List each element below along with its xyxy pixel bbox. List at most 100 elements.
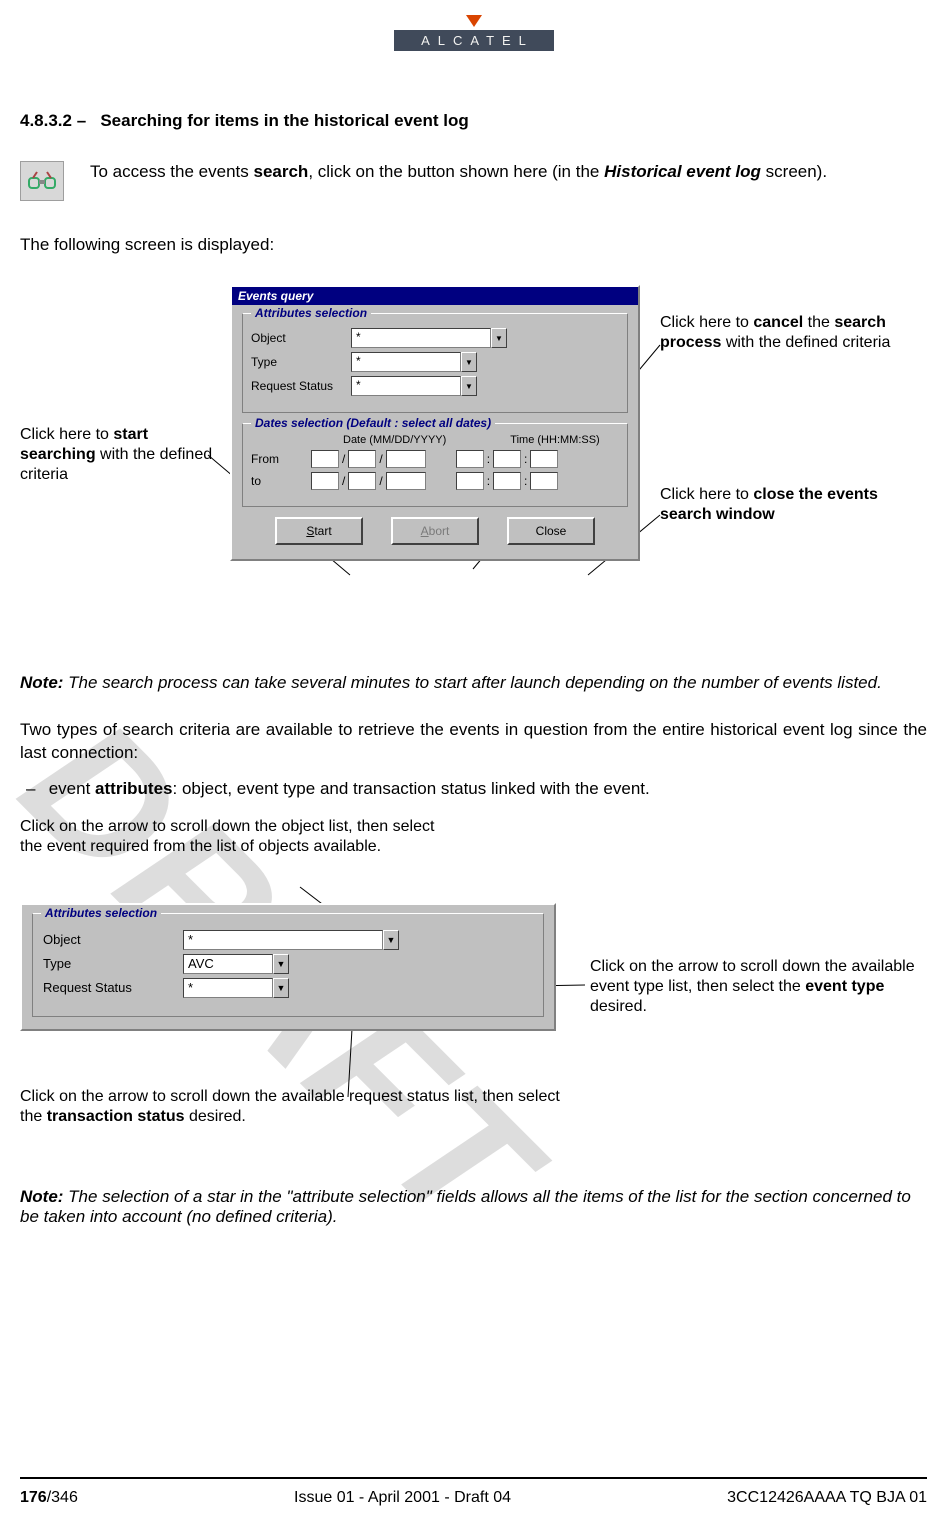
note-1-lead: Note: — [20, 673, 63, 692]
from-label: From — [251, 452, 311, 466]
bullet-post: : object, event type and transaction sta… — [173, 779, 650, 798]
to-min-input[interactable] — [493, 472, 521, 490]
dates-selection-group: Dates selection (Default : select all da… — [242, 423, 628, 507]
from-year-input[interactable] — [386, 450, 426, 468]
chevron-down-icon[interactable]: ▼ — [461, 376, 477, 396]
bullet-attributes: – event attributes: object, event type a… — [20, 779, 927, 799]
callout-start-1: Click here to — [20, 426, 113, 443]
intro-bold-search: search — [253, 162, 308, 181]
panel-type-combo[interactable]: AVC ▼ — [183, 954, 289, 974]
from-day-input[interactable] — [348, 450, 376, 468]
binoculars-icon — [20, 161, 64, 201]
brand-text: ALCATEL — [394, 30, 554, 51]
object-combo-value: * — [351, 328, 491, 348]
callout-object-arrow: Click on the arrow to scroll down the ob… — [20, 817, 440, 857]
callout-cancel-2: the — [803, 314, 834, 331]
panel-type-label: Type — [43, 956, 183, 971]
object-label: Object — [251, 331, 351, 345]
callout-request-arrow: Click on the arrow to scroll down the av… — [20, 1087, 560, 1127]
bullet-pre: event — [44, 779, 95, 798]
panel-request-value: * — [183, 978, 273, 998]
request-status-combo-value: * — [351, 376, 461, 396]
start-button-label-rest: tart — [314, 524, 331, 538]
chevron-down-icon[interactable]: ▼ — [273, 978, 289, 998]
chevron-down-icon[interactable]: ▼ — [383, 930, 399, 950]
panel-request-label: Request Status — [43, 980, 183, 995]
callout-close: Click here to close the events search wi… — [660, 485, 900, 525]
type-label: Type — [251, 355, 351, 369]
note-1-body: The search process can take several minu… — [63, 673, 881, 692]
callout-start: Click here to start searching with the d… — [20, 425, 216, 485]
section-number: 4.8.3.2 – — [20, 111, 86, 130]
abort-button-label: Abort — [421, 524, 450, 538]
close-button[interactable]: Close — [507, 517, 595, 545]
callout-type-2: desired. — [590, 998, 647, 1015]
bullet-dash: – — [26, 779, 44, 799]
to-sec-input[interactable] — [530, 472, 558, 490]
attributes-panel: Attributes selection Object * ▼ Type AVC… — [20, 903, 556, 1031]
to-month-input[interactable] — [311, 472, 339, 490]
chevron-down-icon[interactable]: ▼ — [491, 328, 507, 348]
callout-cancel-3: with the defined criteria — [721, 334, 890, 351]
note-1: Note: The search process can take severa… — [20, 673, 927, 693]
panel-request-combo[interactable]: * ▼ — [183, 978, 289, 998]
object-combo[interactable]: * ▼ — [351, 328, 507, 348]
chevron-down-icon[interactable]: ▼ — [273, 954, 289, 974]
callout-cancel-b1: cancel — [753, 314, 803, 331]
following-text: The following screen is displayed: — [20, 235, 927, 255]
brand-logo: ALCATEL — [20, 0, 927, 51]
intro-bold-screen: Historical event log — [604, 162, 761, 181]
section-heading: 4.8.3.2 – Searching for items in the his… — [20, 111, 927, 131]
intro-text-1: To access the events — [90, 162, 253, 181]
logo-triangle-icon — [466, 15, 482, 27]
request-status-combo[interactable]: * ▼ — [351, 376, 477, 396]
dates-group-title: Dates selection (Default : select all da… — [251, 416, 495, 430]
footer-page-rest: /346 — [47, 1489, 78, 1506]
type-combo-value: * — [351, 352, 461, 372]
to-label: to — [251, 474, 311, 488]
footer-center: Issue 01 - April 2001 - Draft 04 — [294, 1489, 511, 1507]
attributes-group-title: Attributes selection — [251, 306, 371, 320]
to-hour-input[interactable] — [456, 472, 484, 490]
footer-page: 176/346 — [20, 1489, 78, 1507]
from-min-input[interactable] — [493, 450, 521, 468]
page-footer: 176/346 Issue 01 - April 2001 - Draft 04… — [20, 1477, 927, 1507]
note-2-body: The selection of a star in the "attribut… — [20, 1187, 911, 1226]
date-column-header: Date (MM/DD/YYYY) — [343, 434, 446, 446]
callout-close-1: Click here to — [660, 486, 753, 503]
attributes-selection-group: Attributes selection Object * ▼ Type * ▼ — [242, 313, 628, 413]
callout-req-2: desired. — [185, 1108, 246, 1125]
type-combo[interactable]: * ▼ — [351, 352, 477, 372]
callout-type-arrow: Click on the arrow to scroll down the av… — [590, 957, 930, 1017]
intro-text-2: , click on the button shown here (in the — [308, 162, 604, 181]
to-day-input[interactable] — [348, 472, 376, 490]
intro-text-3: screen). — [761, 162, 827, 181]
panel-type-value: AVC — [183, 954, 273, 974]
callout-type-b: event type — [805, 978, 884, 995]
panel-object-value: * — [183, 930, 383, 950]
dialog-titlebar: Events query — [232, 287, 638, 305]
note-2: Note: The selection of a star in the "at… — [20, 1187, 927, 1227]
note-2-lead: Note: — [20, 1187, 63, 1206]
time-column-header: Time (HH:MM:SS) — [510, 434, 599, 446]
to-year-input[interactable] — [386, 472, 426, 490]
footer-right: 3CC12426AAAA TQ BJA 01 — [727, 1489, 927, 1507]
chevron-down-icon[interactable]: ▼ — [461, 352, 477, 372]
two-types-paragraph: Two types of search criteria are availab… — [20, 719, 927, 765]
start-button[interactable]: Start — [275, 517, 363, 545]
from-sec-input[interactable] — [530, 450, 558, 468]
from-month-input[interactable] — [311, 450, 339, 468]
request-status-label: Request Status — [251, 379, 351, 393]
callout-cancel: Click here to cancel the search process … — [660, 313, 920, 353]
attributes-panel-title: Attributes selection — [41, 906, 161, 920]
events-query-dialog: Events query Attributes selection Object… — [230, 285, 640, 561]
footer-page-bold: 176 — [20, 1489, 47, 1506]
intro-paragraph: To access the events search, click on th… — [90, 161, 827, 184]
callout-cancel-1: Click here to — [660, 314, 753, 331]
from-hour-input[interactable] — [456, 450, 484, 468]
abort-button[interactable]: Abort — [391, 517, 479, 545]
bullet-bold: attributes — [95, 779, 172, 798]
panel-object-combo[interactable]: * ▼ — [183, 930, 399, 950]
callout-req-b: transaction status — [47, 1108, 185, 1125]
section-title-text: Searching for items in the historical ev… — [100, 111, 468, 130]
